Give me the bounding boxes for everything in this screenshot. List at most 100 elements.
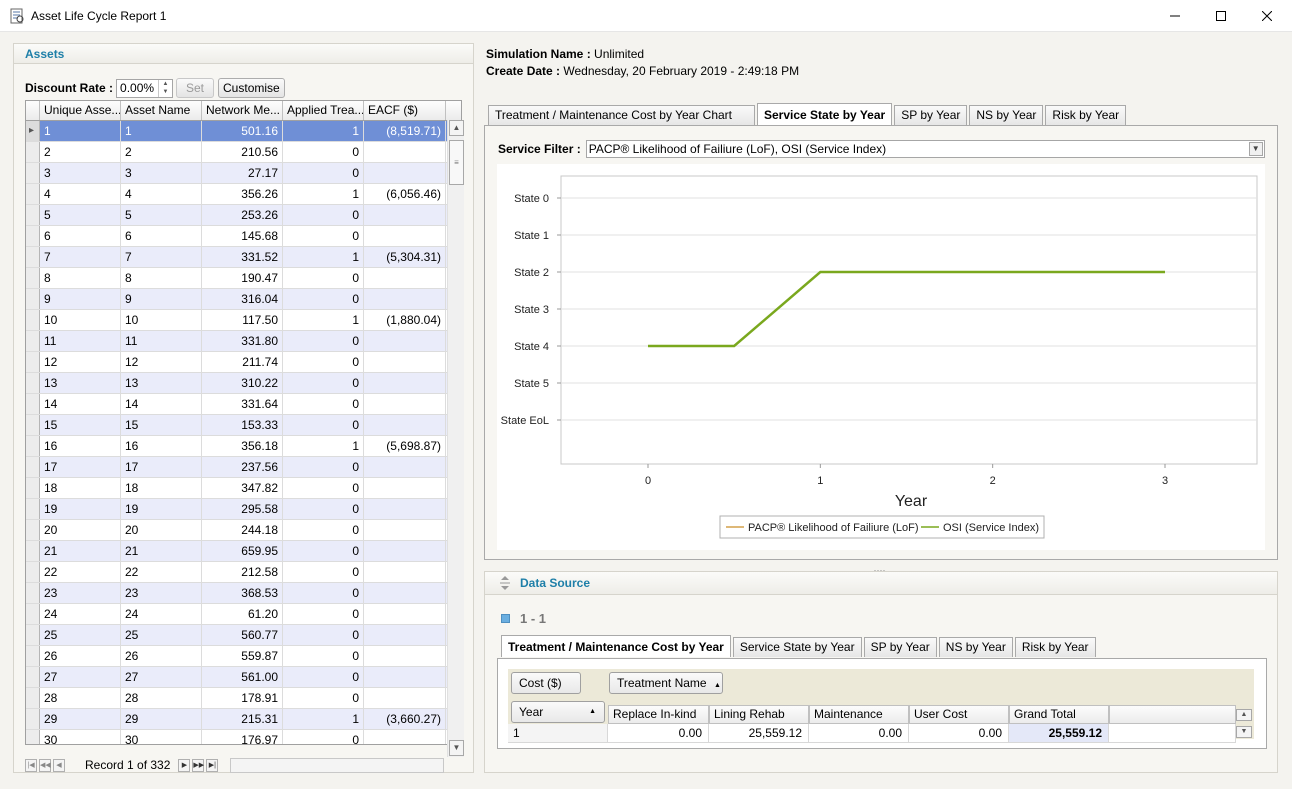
row-indicator[interactable] [26, 625, 40, 645]
table-cell[interactable] [364, 583, 446, 603]
table-cell[interactable] [364, 415, 446, 435]
table-cell[interactable]: 0 [283, 478, 364, 498]
table-row[interactable]: 18 18 347.82 0 [26, 478, 461, 499]
row-indicator[interactable] [26, 205, 40, 225]
table-cell[interactable]: 3 [40, 163, 121, 183]
table-cell[interactable]: 0 [283, 562, 364, 582]
table-cell[interactable]: 0 [283, 415, 364, 435]
table-row[interactable]: 15 15 153.33 0 [26, 415, 461, 436]
table-cell[interactable]: 9 [40, 289, 121, 309]
table-cell[interactable]: 178.91 [202, 688, 283, 708]
row-indicator[interactable] [26, 394, 40, 414]
row-indicator[interactable] [26, 541, 40, 561]
table-row[interactable]: 20 20 244.18 0 [26, 520, 461, 541]
row-indicator[interactable] [26, 163, 40, 183]
table-cell[interactable]: 8 [40, 268, 121, 288]
table-cell[interactable]: 25 [40, 625, 121, 645]
table-row[interactable]: 11 11 331.80 0 [26, 331, 461, 352]
next-record-icon[interactable]: ▶ [178, 758, 191, 772]
table-cell[interactable]: 347.82 [202, 478, 283, 498]
table-cell[interactable]: 1 [283, 436, 364, 456]
table-cell[interactable] [364, 373, 446, 393]
scroll-down-icon[interactable]: ▼ [449, 740, 464, 756]
ds-tab-risk[interactable]: Risk by Year [1014, 637, 1096, 657]
table-cell[interactable]: 8 [121, 268, 202, 288]
table-cell[interactable]: 331.64 [202, 394, 283, 414]
row-indicator[interactable] [26, 688, 40, 708]
table-row[interactable]: 4 4 356.26 1 (6,056.46) [26, 184, 461, 205]
spin-down-icon[interactable]: ▼ [159, 88, 172, 97]
table-cell[interactable]: 210.56 [202, 142, 283, 162]
table-cell[interactable]: 0 [283, 541, 364, 561]
table-cell[interactable]: 561.00 [202, 667, 283, 687]
table-cell[interactable]: 22 [40, 562, 121, 582]
table-cell[interactable]: (5,304.31) [364, 247, 446, 267]
table-cell[interactable]: 24 [121, 604, 202, 624]
table-cell[interactable]: 10 [121, 310, 202, 330]
row-indicator[interactable] [26, 709, 40, 729]
table-row[interactable]: 23 23 368.53 0 [26, 583, 461, 604]
table-cell[interactable]: 0 [283, 646, 364, 666]
row-indicator[interactable] [26, 226, 40, 246]
first-record-icon[interactable]: |◀ [25, 758, 37, 772]
pivot-row-field[interactable]: Year ▲ [511, 701, 605, 723]
table-cell[interactable]: 3 [121, 163, 202, 183]
table-row[interactable]: 21 21 659.95 0 [26, 541, 461, 562]
pivot-data-field[interactable]: Cost ($) [511, 672, 581, 694]
table-cell[interactable]: 1 [283, 184, 364, 204]
table-cell[interactable] [364, 457, 446, 477]
table-row[interactable]: ▸ 1 1 501.16 1 (8,519.71) [26, 121, 461, 142]
table-cell[interactable]: 18 [40, 478, 121, 498]
table-cell[interactable]: 0 [283, 667, 364, 687]
ds-tab-ns[interactable]: NS by Year [938, 637, 1013, 657]
table-cell[interactable]: 29 [121, 709, 202, 729]
table-cell[interactable] [364, 667, 446, 687]
table-cell[interactable]: 22 [121, 562, 202, 582]
prev-page-icon[interactable]: ◀◀ [39, 758, 51, 772]
row-indicator[interactable] [26, 289, 40, 309]
table-cell[interactable]: 560.77 [202, 625, 283, 645]
table-cell[interactable]: 211.74 [202, 352, 283, 372]
next-page-icon[interactable]: ▶▶ [192, 758, 205, 772]
table-cell[interactable]: 17 [40, 457, 121, 477]
table-cell[interactable]: 20 [121, 520, 202, 540]
table-cell[interactable]: 27 [40, 667, 121, 687]
table-row[interactable]: 29 29 215.31 1 (3,660.27) [26, 709, 461, 730]
table-cell[interactable]: 23 [40, 583, 121, 603]
col-eacf[interactable]: EACF ($) [364, 101, 446, 120]
table-cell[interactable]: 10 [40, 310, 121, 330]
row-indicator[interactable] [26, 184, 40, 204]
table-cell[interactable]: 501.16 [202, 121, 283, 141]
table-cell[interactable]: 14 [121, 394, 202, 414]
table-cell[interactable]: (3,660.27) [364, 709, 446, 729]
customise-button[interactable]: Customise [218, 78, 285, 98]
row-indicator[interactable]: ▸ [26, 121, 40, 141]
row-indicator[interactable] [26, 730, 40, 744]
table-cell[interactable]: 0 [283, 331, 364, 351]
table-cell[interactable]: 25 [121, 625, 202, 645]
table-cell[interactable] [364, 499, 446, 519]
ds-tab-sp[interactable]: SP by Year [863, 637, 937, 657]
table-row[interactable]: 22 22 212.58 0 [26, 562, 461, 583]
last-record-icon[interactable]: ▶| [206, 758, 219, 772]
table-row[interactable]: 14 14 331.64 0 [26, 394, 461, 415]
table-cell[interactable]: 21 [121, 541, 202, 561]
table-cell[interactable]: (8,519.71) [364, 121, 446, 141]
table-cell[interactable]: 11 [40, 331, 121, 351]
table-cell[interactable] [364, 625, 446, 645]
table-cell[interactable] [364, 268, 446, 288]
row-indicator[interactable] [26, 604, 40, 624]
table-cell[interactable]: 1 [40, 121, 121, 141]
table-cell[interactable]: 5 [121, 205, 202, 225]
table-cell[interactable]: 0 [283, 499, 364, 519]
table-cell[interactable] [364, 541, 446, 561]
minimize-button[interactable] [1152, 0, 1198, 32]
col-applied-treatment[interactable]: Applied Trea... [283, 101, 364, 120]
tab-risk-by-year[interactable]: Risk by Year [1045, 105, 1127, 125]
row-indicator[interactable] [26, 583, 40, 603]
col-network-measure[interactable]: Network Me... [202, 101, 283, 120]
table-cell[interactable]: 27 [121, 667, 202, 687]
table-cell[interactable]: 0 [283, 289, 364, 309]
close-button[interactable] [1244, 0, 1290, 32]
table-cell[interactable]: 0 [283, 583, 364, 603]
